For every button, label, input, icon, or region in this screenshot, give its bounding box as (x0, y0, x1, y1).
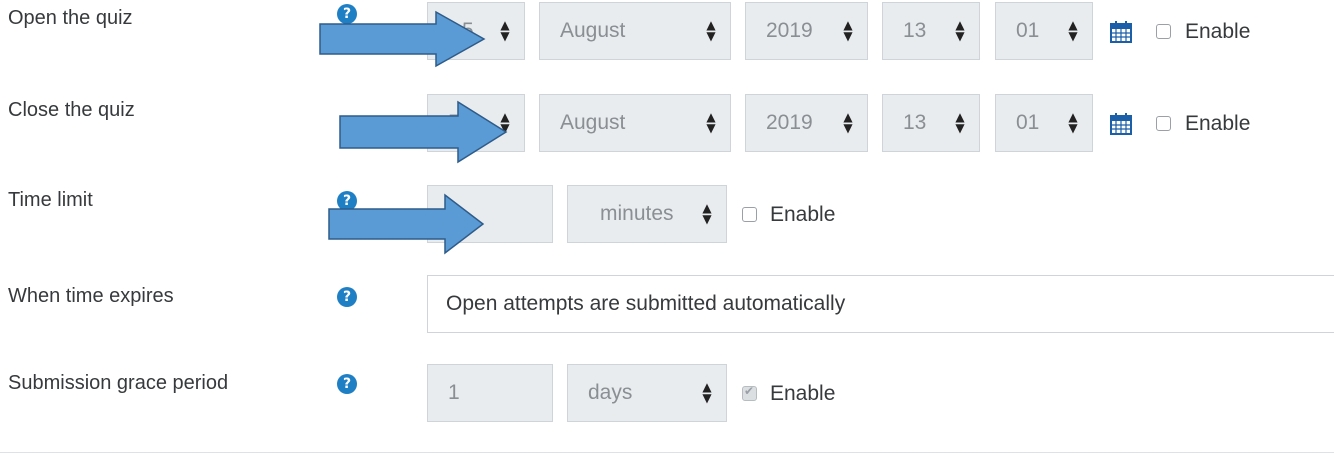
calendar-icon[interactable] (1110, 21, 1132, 43)
select-caret-icon: ▲ ▼ (702, 380, 712, 405)
help-question-icon[interactable]: ? (337, 374, 357, 394)
when-expires-select[interactable]: Open attempts are submitted automaticall… (427, 275, 1334, 333)
close-enable-label[interactable]: Enable (1185, 112, 1250, 136)
select-caret-icon: ▲ ▼ (1068, 110, 1078, 135)
blue-arrow-annotation (319, 10, 486, 68)
grace-period-value: 1 (448, 381, 460, 404)
help-question-icon[interactable]: ? (337, 287, 357, 307)
select-caret-icon: ▲ ▼ (955, 18, 965, 43)
close-hour-value: 13 (903, 111, 927, 134)
select-caret-icon: ▲ ▼ (706, 110, 716, 135)
select-caret-icon: ▲ ▼ (1068, 18, 1078, 43)
select-caret-icon: ▲ ▼ (843, 18, 853, 43)
open-month-select[interactable]: August ▲ ▼ (539, 2, 731, 60)
close-month-value: August (560, 111, 626, 134)
select-caret-icon: ▲ ▼ (843, 110, 853, 135)
close-month-select[interactable]: August ▲ ▼ (539, 94, 731, 152)
select-caret-icon: ▲ ▼ (500, 18, 510, 43)
open-year-value: 2019 (766, 19, 813, 42)
time-limit-enable-checkbox[interactable] (742, 207, 757, 222)
grace-period-enable-label[interactable]: Enable (770, 382, 835, 406)
time-limit-unit-value: minutes (600, 202, 674, 225)
blue-arrow-annotation (339, 100, 508, 164)
close-enable-checkbox[interactable] (1156, 116, 1171, 131)
grace-period-input[interactable]: 1 (427, 364, 553, 422)
grace-period-enable-checkbox[interactable] (742, 384, 757, 401)
time-limit-label: Time limit (8, 189, 93, 211)
open-minute-select[interactable]: 01 ▲ ▼ (995, 2, 1093, 60)
open-year-select[interactable]: 2019 ▲ ▼ (745, 2, 868, 60)
open-hour-value: 13 (903, 19, 927, 42)
open-enable-checkbox[interactable] (1156, 24, 1171, 39)
select-caret-icon: ▲ ▼ (706, 18, 716, 43)
open-quiz-label: Open the quiz (8, 7, 133, 29)
open-month-value: August (560, 19, 626, 42)
when-expires-label: When time expires (8, 285, 174, 307)
close-minute-select[interactable]: 01 ▲ ▼ (995, 94, 1093, 152)
calendar-icon[interactable] (1110, 113, 1132, 135)
select-caret-icon: ▲ ▼ (702, 201, 712, 226)
section-divider (0, 452, 1334, 453)
grace-period-unit-value: days (588, 381, 633, 404)
close-year-value: 2019 (766, 111, 813, 134)
time-limit-unit-select[interactable]: minutes ▲ ▼ (567, 185, 727, 243)
close-minute-value: 01 (1016, 111, 1040, 134)
open-hour-select[interactable]: 13 ▲ ▼ (882, 2, 980, 60)
close-hour-select[interactable]: 13 ▲ ▼ (882, 94, 980, 152)
close-year-select[interactable]: 2019 ▲ ▼ (745, 94, 868, 152)
open-minute-value: 01 (1016, 19, 1040, 42)
blue-arrow-annotation (328, 193, 485, 255)
open-enable-label[interactable]: Enable (1185, 20, 1250, 44)
when-expires-value: Open attempts are submitted automaticall… (446, 292, 846, 315)
grace-period-label: Submission grace period (8, 372, 229, 394)
grace-period-unit-select[interactable]: days ▲ ▼ (567, 364, 727, 422)
select-caret-icon: ▲ ▼ (955, 110, 965, 135)
close-quiz-label: Close the quiz (8, 99, 135, 121)
time-limit-enable-label[interactable]: Enable (770, 203, 835, 227)
